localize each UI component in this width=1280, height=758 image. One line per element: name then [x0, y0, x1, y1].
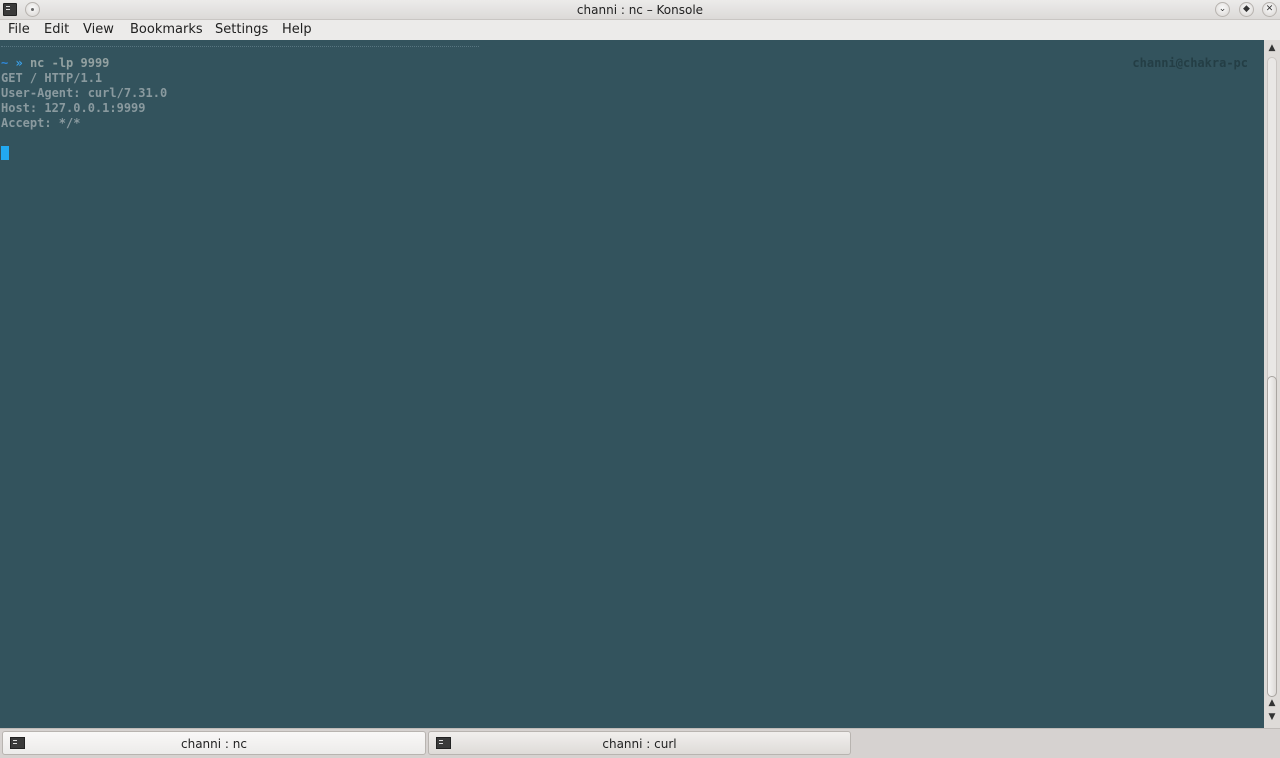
maximize-button[interactable]: ◆	[1239, 2, 1254, 17]
text-cursor	[1, 146, 9, 160]
prompt-line: ~ » nc -lp 9999	[1, 56, 109, 71]
scroll-down-button[interactable]: ▼	[1264, 711, 1280, 723]
tab-channi-nc[interactable]: channi : nc	[2, 731, 426, 755]
command-text: nc -lp 9999	[29, 56, 110, 70]
prompt-hostname: channi@chakra-pc	[1132, 56, 1248, 70]
output-line: Host: 127.0.0.1:9999	[1, 101, 146, 115]
tab-label: channi : nc	[181, 737, 247, 751]
title-bar: channi : nc – Konsole ⌄ ◆ ✕	[0, 0, 1280, 20]
prompt-tilde: ~	[1, 56, 9, 70]
output-line: GET / HTTP/1.1	[1, 71, 103, 85]
vertical-scrollbar[interactable]: ▲ ▲ ▼	[1264, 40, 1280, 728]
menu-bar: File Edit View Bookmarks Settings Help	[0, 20, 1280, 40]
menu-edit[interactable]: Edit	[44, 22, 69, 37]
minimize-button[interactable]: ⌄	[1215, 2, 1230, 17]
menu-view[interactable]: View	[83, 22, 114, 37]
menu-file[interactable]: File	[8, 22, 30, 37]
output-line: User-Agent: curl/7.31.0	[1, 86, 168, 100]
tab-label: channi : curl	[602, 737, 677, 751]
window-title: channi : nc – Konsole	[576, 3, 704, 17]
session-tab-bar: channi : nc channi : curl	[0, 728, 1280, 758]
prompt-arrow: »	[15, 56, 23, 70]
output-line: Accept: */*	[1, 116, 81, 130]
tab-channi-curl[interactable]: channi : curl	[428, 731, 851, 755]
close-button[interactable]: ✕	[1262, 2, 1277, 17]
menu-bookmarks[interactable]: Bookmarks	[130, 22, 203, 37]
scrollbar-thumb[interactable]	[1267, 376, 1277, 697]
scroll-up-button[interactable]: ▲	[1264, 42, 1280, 54]
prompt-separator-line	[1, 46, 479, 47]
scroll-up-button-lower[interactable]: ▲	[1264, 697, 1280, 709]
menu-help[interactable]: Help	[282, 22, 312, 37]
terminal-view[interactable]: ~ » nc -lp 9999 channi@chakra-pc GET / H…	[0, 40, 1264, 728]
menu-settings[interactable]: Settings	[215, 22, 268, 37]
